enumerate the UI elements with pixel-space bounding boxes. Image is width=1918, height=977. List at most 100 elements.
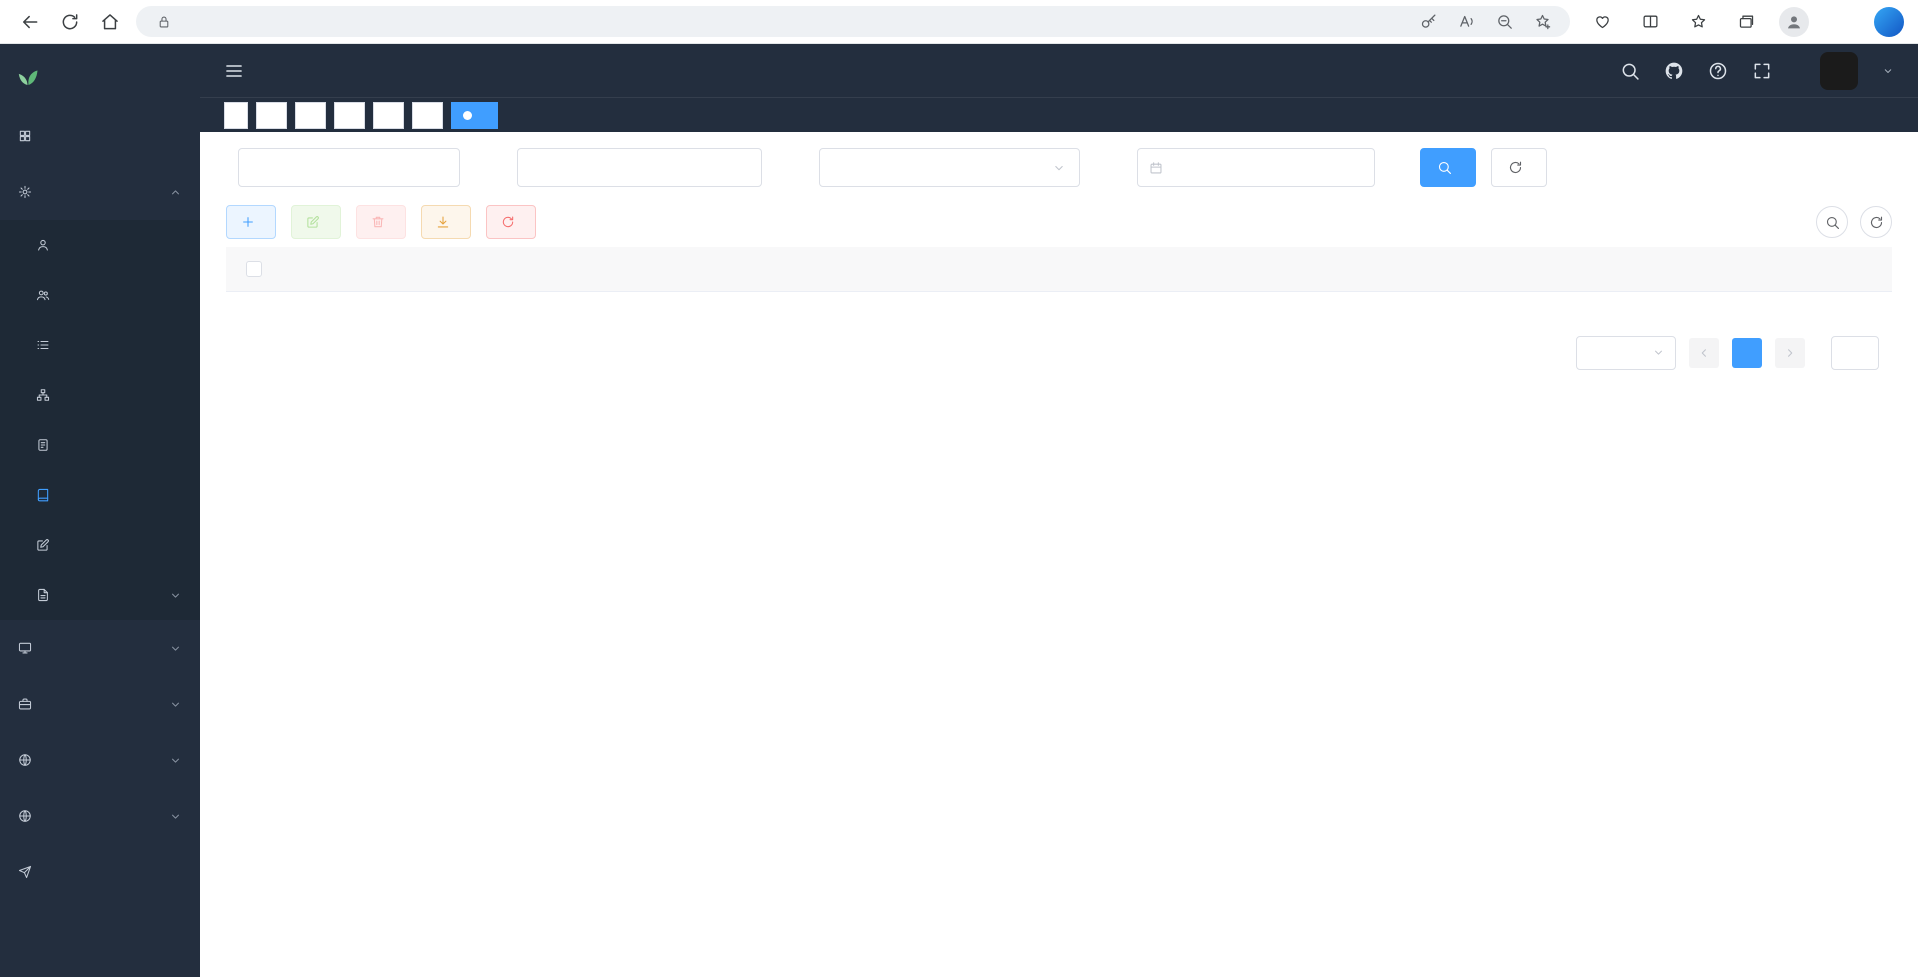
read-aloud-icon[interactable] bbox=[1452, 13, 1480, 30]
delete-button[interactable] bbox=[356, 205, 406, 239]
chevron-down-icon bbox=[1652, 346, 1665, 359]
search-button[interactable] bbox=[1420, 148, 1476, 187]
sidebar-item-menu-management[interactable] bbox=[0, 320, 200, 370]
system-submenu bbox=[0, 220, 200, 620]
reset-button[interactable] bbox=[1491, 148, 1547, 187]
chevron-down-icon bbox=[169, 810, 182, 823]
browser-refresh-button[interactable] bbox=[50, 4, 90, 40]
toolbar-right bbox=[1816, 206, 1892, 238]
date-range-picker[interactable] bbox=[1137, 148, 1375, 187]
add-button[interactable] bbox=[226, 205, 276, 239]
sidebar-item-bbs[interactable] bbox=[0, 732, 200, 788]
app-logo[interactable] bbox=[0, 44, 200, 108]
browser-more-icon[interactable] bbox=[1820, 4, 1864, 40]
address-bar[interactable] bbox=[136, 6, 1570, 37]
logo-leaf-icon bbox=[16, 64, 40, 88]
table-toolbar bbox=[226, 205, 1892, 239]
next-page-button[interactable] bbox=[1775, 338, 1805, 368]
export-button[interactable] bbox=[421, 205, 471, 239]
chevron-down-icon bbox=[169, 698, 182, 711]
browser-back-button[interactable] bbox=[10, 4, 50, 40]
fullscreen-icon[interactable] bbox=[1752, 61, 1772, 81]
split-screen-icon[interactable] bbox=[1628, 4, 1672, 40]
sidebar-item-erp[interactable] bbox=[0, 788, 200, 844]
sidebar-item-dict-management[interactable] bbox=[0, 470, 200, 520]
dict-name-input[interactable] bbox=[238, 148, 460, 187]
user-avatar[interactable] bbox=[1820, 52, 1858, 90]
edit-button[interactable] bbox=[291, 205, 341, 239]
sidebar-item-system-tools[interactable] bbox=[0, 676, 200, 732]
users-icon bbox=[36, 288, 50, 302]
add-favorite-icon[interactable] bbox=[1528, 13, 1556, 30]
chevron-down-icon[interactable] bbox=[1882, 65, 1894, 77]
top-navbar bbox=[200, 44, 1918, 98]
zoom-icon[interactable] bbox=[1490, 13, 1518, 30]
search-icon[interactable] bbox=[1620, 61, 1640, 81]
paper-plane-icon bbox=[18, 865, 32, 879]
globe-icon bbox=[18, 809, 32, 823]
password-key-icon[interactable] bbox=[1414, 13, 1442, 30]
sidebar-item-system-monitor[interactable] bbox=[0, 620, 200, 676]
bing-icon[interactable] bbox=[1874, 7, 1904, 37]
browser-chrome bbox=[0, 0, 1918, 44]
col-actions bbox=[1687, 247, 1892, 291]
collections-icon[interactable] bbox=[1724, 4, 1768, 40]
sidebar-item-yi-framework[interactable] bbox=[0, 844, 200, 900]
dict-table bbox=[226, 247, 1892, 292]
menu-fold-icon[interactable] bbox=[224, 61, 244, 81]
chevron-down-icon bbox=[169, 642, 182, 655]
user-icon bbox=[36, 238, 50, 252]
col-dict-name bbox=[517, 247, 762, 291]
dict-type-input[interactable] bbox=[517, 148, 762, 187]
page-button-1[interactable] bbox=[1732, 338, 1762, 368]
sidebar-item-param-settings[interactable] bbox=[0, 520, 200, 570]
tab-user-management[interactable] bbox=[256, 102, 287, 129]
prev-page-button[interactable] bbox=[1689, 338, 1719, 368]
book-icon bbox=[36, 488, 50, 502]
browser-home-button[interactable] bbox=[90, 4, 130, 40]
sidebar-item-home[interactable] bbox=[0, 108, 200, 164]
badge-icon bbox=[36, 438, 50, 452]
tab-dept-management[interactable] bbox=[373, 102, 404, 129]
page-content bbox=[200, 132, 1918, 977]
sidebar-item-system-management[interactable] bbox=[0, 164, 200, 220]
goto-page-input[interactable] bbox=[1831, 336, 1879, 370]
tab-role-management[interactable] bbox=[295, 102, 326, 129]
sidebar-item-dept-management[interactable] bbox=[0, 370, 200, 420]
table-header-row bbox=[226, 247, 1892, 291]
col-dict-id bbox=[282, 247, 517, 291]
sidebar bbox=[0, 44, 200, 977]
help-icon[interactable] bbox=[1708, 61, 1728, 81]
sidebar-item-log-management[interactable] bbox=[0, 570, 200, 620]
search-form bbox=[226, 148, 1892, 187]
active-dot-icon bbox=[463, 111, 472, 120]
tab-dict-management[interactable] bbox=[451, 102, 498, 129]
refresh-table-button[interactable] bbox=[1860, 206, 1892, 238]
org-tree-icon bbox=[36, 388, 50, 402]
page-size-select[interactable] bbox=[1576, 336, 1676, 370]
tab-home[interactable] bbox=[224, 102, 248, 129]
select-all-checkbox[interactable] bbox=[246, 261, 262, 277]
sidebar-item-user-management[interactable] bbox=[0, 220, 200, 270]
gear-icon bbox=[18, 185, 32, 199]
tab-menu-management[interactable] bbox=[334, 102, 365, 129]
refresh-cache-button[interactable] bbox=[486, 205, 536, 239]
document-icon bbox=[36, 588, 50, 602]
col-created bbox=[1482, 247, 1687, 291]
browser-essentials-icon[interactable] bbox=[1580, 4, 1624, 40]
toggle-search-button[interactable] bbox=[1816, 206, 1848, 238]
tags-view-bar bbox=[200, 98, 1918, 132]
navbar-actions bbox=[1620, 52, 1894, 90]
dashboard-icon bbox=[18, 129, 32, 143]
sidebar-item-role-management[interactable] bbox=[0, 270, 200, 320]
pagination bbox=[226, 336, 1892, 370]
chevron-up-icon bbox=[169, 186, 182, 199]
tab-post-management[interactable] bbox=[412, 102, 443, 129]
col-status bbox=[1002, 247, 1242, 291]
github-icon[interactable] bbox=[1664, 61, 1684, 81]
status-select[interactable] bbox=[819, 148, 1080, 187]
sidebar-item-post-management[interactable] bbox=[0, 420, 200, 470]
favorites-icon[interactable] bbox=[1676, 4, 1720, 40]
col-remark bbox=[1242, 247, 1482, 291]
browser-profile-avatar[interactable] bbox=[1772, 4, 1816, 40]
